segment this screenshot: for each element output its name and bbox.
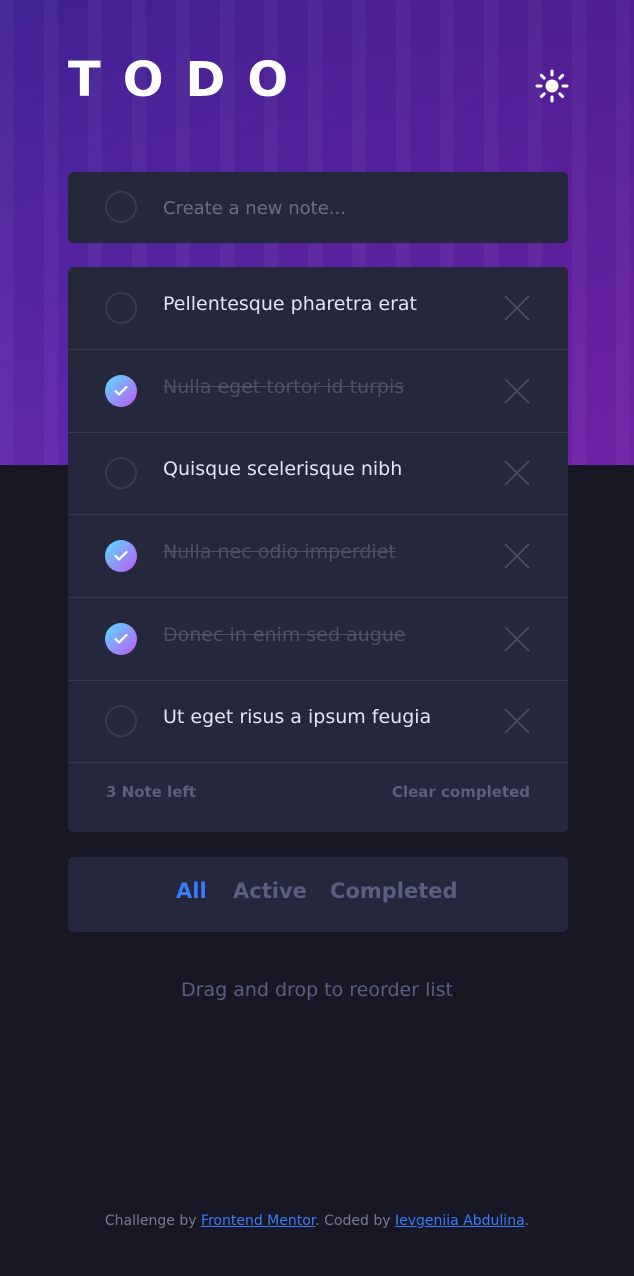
- check-icon: [114, 633, 128, 644]
- filter-completed-tab[interactable]: Completed: [330, 879, 458, 903]
- frontend-mentor-link[interactable]: Frontend Mentor: [201, 1213, 315, 1229]
- list-footer: 3 Note left Clear completed: [68, 763, 568, 832]
- delete-icon[interactable]: [504, 460, 530, 486]
- delete-icon[interactable]: [504, 378, 530, 404]
- author-link[interactable]: Ievgeniia Abdulina: [395, 1213, 525, 1229]
- todo-text: Pellentesque pharetra erat: [163, 293, 417, 315]
- todo-checkbox[interactable]: [105, 540, 137, 572]
- todo-checkbox[interactable]: [105, 457, 137, 489]
- todo-text: Donec in enim sed augue: [163, 624, 406, 646]
- todo-item[interactable]: Nulla eget tortor id turpis: [68, 350, 568, 433]
- todo-text: Quisque scelerisque nibh: [163, 458, 403, 480]
- delete-icon[interactable]: [504, 295, 530, 321]
- todo-checkbox[interactable]: [105, 705, 137, 737]
- drag-hint: Drag and drop to reorder list: [181, 979, 453, 1001]
- items-left-count: 3 Note left: [106, 783, 197, 801]
- check-icon: [114, 385, 128, 396]
- filter-bar: All Active Completed: [68, 857, 568, 932]
- todo-item[interactable]: Donec in enim sed augue: [68, 598, 568, 681]
- sun-icon: [535, 69, 569, 103]
- todo-list: Pellentesque pharetra erat Nulla eget to…: [68, 267, 568, 832]
- new-note-input[interactable]: [163, 192, 543, 224]
- todo-item[interactable]: Pellentesque pharetra erat: [68, 267, 568, 350]
- attribution: Challenge by Frontend Mentor. Coded by I…: [0, 1213, 634, 1229]
- delete-icon[interactable]: [504, 626, 530, 652]
- delete-icon[interactable]: [504, 708, 530, 734]
- new-note-card: [68, 172, 568, 243]
- todo-checkbox[interactable]: [105, 623, 137, 655]
- attribution-middle: . Coded by: [315, 1213, 395, 1229]
- filter-active-tab[interactable]: Active: [233, 879, 307, 903]
- todo-item[interactable]: Nulla nec odio imperdiet: [68, 515, 568, 598]
- attribution-prefix: Challenge by: [104, 1213, 201, 1229]
- todo-text: Ut eget risus a ipsum feugia: [163, 706, 432, 728]
- new-note-checkbox[interactable]: [105, 191, 137, 223]
- attribution-suffix: .: [524, 1213, 530, 1229]
- todo-item[interactable]: Quisque scelerisque nibh: [68, 432, 568, 515]
- todo-checkbox[interactable]: [105, 292, 137, 324]
- app-title: TODO: [68, 52, 311, 108]
- todo-text: Nulla eget tortor id turpis: [163, 376, 405, 398]
- filter-all-tab[interactable]: All: [176, 879, 207, 903]
- todo-text: Nulla nec odio imperdiet: [163, 541, 396, 563]
- delete-icon[interactable]: [504, 543, 530, 569]
- check-icon: [114, 550, 128, 561]
- theme-toggle-button[interactable]: [535, 69, 569, 103]
- todo-checkbox[interactable]: [105, 375, 137, 407]
- clear-completed-button[interactable]: Clear completed: [392, 783, 530, 801]
- todo-item[interactable]: Ut eget risus a ipsum feugia: [68, 680, 568, 763]
